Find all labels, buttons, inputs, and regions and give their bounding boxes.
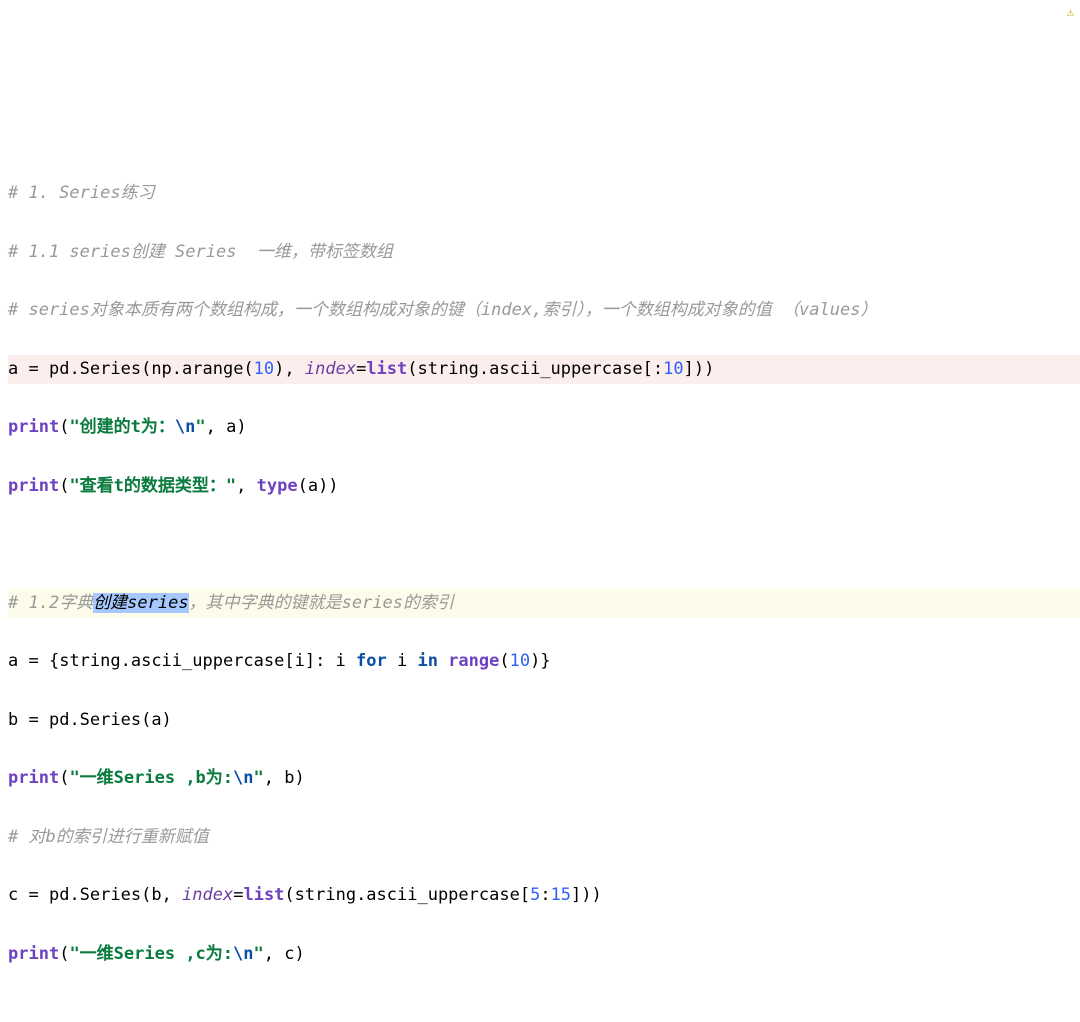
- code-text: (string.ascii_uppercase[: [284, 885, 530, 905]
- code-keyword: for: [356, 651, 387, 671]
- code-text: =: [233, 885, 243, 905]
- code-line[interactable]: # 对b的索引进行重新赋值: [8, 823, 1080, 852]
- warning-icon: ⚠: [1067, 2, 1074, 23]
- code-line[interactable]: # 1.1 series创建 Series 一维，带标签数组: [8, 238, 1080, 267]
- code-line-caret[interactable]: # 1.2字典创建series，其中字典的键就是series的索引: [8, 589, 1080, 618]
- code-builtin: print: [8, 417, 59, 437]
- comment-text: # 1. Series练习: [8, 183, 155, 203]
- code-escape: \n: [175, 417, 195, 437]
- code-line[interactable]: print("查看t的数据类型：", type(a)): [8, 472, 1080, 501]
- code-text: =: [356, 359, 366, 379]
- code-param: index: [305, 359, 356, 379]
- code-text: ),: [274, 359, 305, 379]
- code-builtin: print: [8, 768, 59, 788]
- code-line[interactable]: c = pd.Series(b, index=list(string.ascii…: [8, 881, 1080, 910]
- code-string: ": [195, 417, 205, 437]
- code-text: :: [540, 885, 550, 905]
- code-string: ": [254, 944, 264, 964]
- code-text: (: [59, 476, 69, 496]
- comment-text: # 1.2字典: [8, 593, 93, 613]
- code-text: [438, 651, 448, 671]
- code-string: "查看t的数据类型：": [69, 476, 236, 496]
- code-text: (string.ascii_uppercase[:: [407, 359, 663, 379]
- code-string: "一维Series ,c为:: [69, 944, 233, 964]
- blank-line[interactable]: [8, 530, 1080, 559]
- code-text: =: [28, 651, 38, 671]
- code-line[interactable]: print("一维Series ,c为:\n", c): [8, 940, 1080, 969]
- code-text: (: [499, 651, 509, 671]
- code-line[interactable]: # 1. Series练习: [8, 179, 1080, 208]
- code-text: , b): [264, 768, 305, 788]
- code-builtin: print: [8, 476, 59, 496]
- code-string: "一维Series ,b为:: [69, 768, 233, 788]
- comment-text: ，其中字典的键就是series的索引: [189, 593, 454, 613]
- code-line-highlighted[interactable]: a = pd.Series(np.arange(10), index=list(…: [8, 355, 1080, 384]
- code-text: pd.Series(b,: [39, 885, 182, 905]
- code-text: =: [28, 710, 38, 730]
- code-number: 10: [663, 359, 683, 379]
- code-text: ])): [684, 359, 715, 379]
- code-param: index: [182, 885, 233, 905]
- code-builtin: range: [448, 651, 499, 671]
- code-number: 10: [510, 651, 530, 671]
- code-line[interactable]: # series对象本质有两个数组构成，一个数组构成对象的键（index,索引）…: [8, 296, 1080, 325]
- code-text: )}: [530, 651, 550, 671]
- code-line[interactable]: print("创建的t为：\n", a): [8, 413, 1080, 442]
- code-text: ])): [571, 885, 602, 905]
- code-text: {string.ascii_uppercase[i]: i: [39, 651, 356, 671]
- blank-line[interactable]: [8, 998, 1080, 1022]
- selected-text[interactable]: 创建series: [93, 593, 188, 613]
- code-text: c: [8, 885, 28, 905]
- code-text: a: [8, 359, 28, 379]
- code-line[interactable]: b = pd.Series(a): [8, 706, 1080, 735]
- code-text: , c): [264, 944, 305, 964]
- code-string: ": [254, 768, 264, 788]
- code-number: 5: [530, 885, 540, 905]
- code-number: 15: [551, 885, 571, 905]
- code-text: (: [59, 417, 69, 437]
- code-text: =: [28, 359, 38, 379]
- code-number: 10: [254, 359, 274, 379]
- code-text: b: [8, 710, 28, 730]
- code-text: ,: [236, 476, 256, 496]
- code-string: "创建的t为：: [69, 417, 174, 437]
- code-text: (a)): [298, 476, 339, 496]
- code-escape: \n: [233, 768, 253, 788]
- comment-text: # series对象本质有两个数组构成，一个数组构成对象的键（index,索引）…: [8, 300, 877, 320]
- code-text: i: [387, 651, 418, 671]
- comment-text: # 1.1 series创建 Series 一维，带标签数组: [8, 242, 393, 262]
- code-builtin: list: [243, 885, 284, 905]
- code-builtin: list: [366, 359, 407, 379]
- code-text: pd.Series(np.arange(: [39, 359, 254, 379]
- code-keyword: in: [417, 651, 437, 671]
- code-text: =: [28, 885, 38, 905]
- code-escape: \n: [233, 944, 253, 964]
- code-text: (: [59, 944, 69, 964]
- code-text: (: [59, 768, 69, 788]
- code-line[interactable]: print("一维Series ,b为:\n", b): [8, 764, 1080, 793]
- code-text: a: [8, 651, 28, 671]
- code-line[interactable]: a = {string.ascii_uppercase[i]: i for i …: [8, 647, 1080, 676]
- code-builtin: print: [8, 944, 59, 964]
- code-text: pd.Series(a): [39, 710, 172, 730]
- code-text: , a): [206, 417, 247, 437]
- code-builtin: type: [257, 476, 298, 496]
- comment-text: # 对b的索引进行重新赋值: [8, 827, 209, 847]
